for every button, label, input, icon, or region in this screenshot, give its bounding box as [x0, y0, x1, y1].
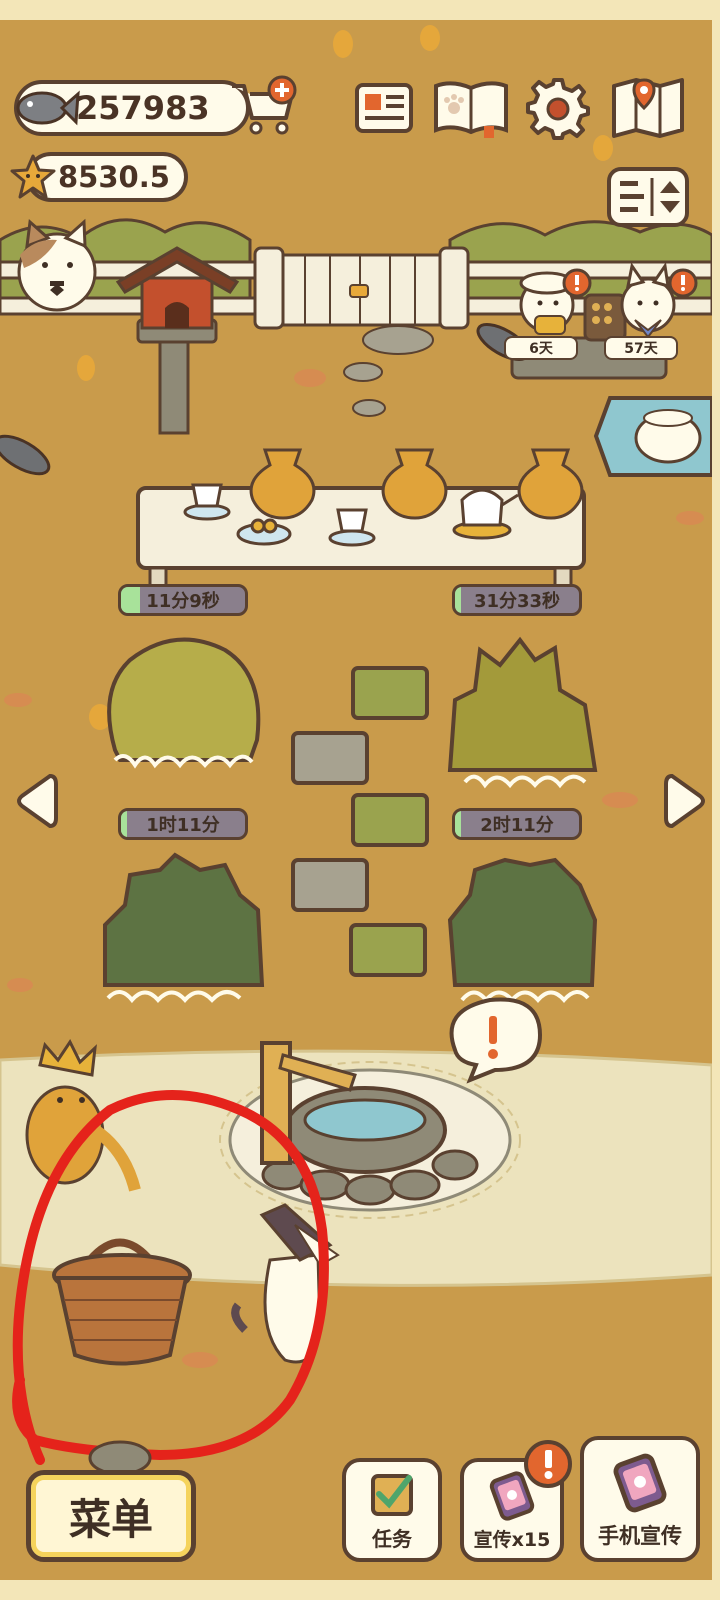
- page-right-arrow-icon[interactable]: [664, 770, 708, 832]
- star-currency-icon: [10, 154, 56, 199]
- phone-promo-label: 手机宣传: [598, 1524, 682, 1548]
- phone-promo-button[interactable]: 手机宣传: [580, 1436, 700, 1562]
- visitor-days-badge: 57天: [604, 336, 678, 360]
- phone-promo-icon: [613, 1453, 667, 1513]
- star-currency-value: 8530.5: [58, 160, 170, 194]
- bowtie-cat: [17, 218, 97, 312]
- menu-button[interactable]: 菜单: [26, 1470, 196, 1562]
- tasks-label: 任务: [372, 1527, 412, 1551]
- shop-cart-icon[interactable]: [228, 74, 300, 140]
- alert-icon-white: [668, 268, 698, 298]
- alert-icon-chef: [562, 268, 592, 298]
- fish-currency-value: 257983: [76, 89, 210, 127]
- fish-currency-icon: [16, 90, 80, 126]
- timer-progress-fill: [455, 811, 462, 837]
- newspaper-icon[interactable]: [354, 80, 414, 136]
- timer-progress-fill: [121, 587, 140, 613]
- promo-label: 宣传x15: [473, 1529, 551, 1551]
- settings-gear-icon[interactable]: [526, 76, 590, 140]
- sort-toggle-icon[interactable]: [606, 166, 690, 228]
- bush-timer-left: 1时11分: [118, 808, 248, 840]
- tasks-button[interactable]: 任务: [342, 1458, 442, 1562]
- bush-timer-right: 2时11分: [452, 808, 582, 840]
- paw-book-icon[interactable]: [432, 78, 510, 140]
- map-icon[interactable]: [610, 76, 686, 140]
- timer-progress-fill: [121, 811, 128, 837]
- page-left-arrow-icon[interactable]: [14, 770, 58, 832]
- timer-progress-fill: [455, 587, 462, 613]
- checklist-icon: [371, 1474, 413, 1516]
- cat-flag-sign: [593, 396, 714, 477]
- promo-alert-icon: [524, 1440, 572, 1488]
- bush-bottom-right: [447, 857, 598, 1004]
- table-timer-left: 11分9秒: [118, 584, 248, 616]
- menu-label: 菜单: [68, 1494, 153, 1544]
- wicker-basket: [52, 1238, 192, 1366]
- visitor-days-badge: 6天: [504, 336, 578, 360]
- bush-top-left: [107, 637, 261, 769]
- game-scene: [0, 0, 720, 1600]
- table-timer-right: 31分33秒: [452, 584, 582, 616]
